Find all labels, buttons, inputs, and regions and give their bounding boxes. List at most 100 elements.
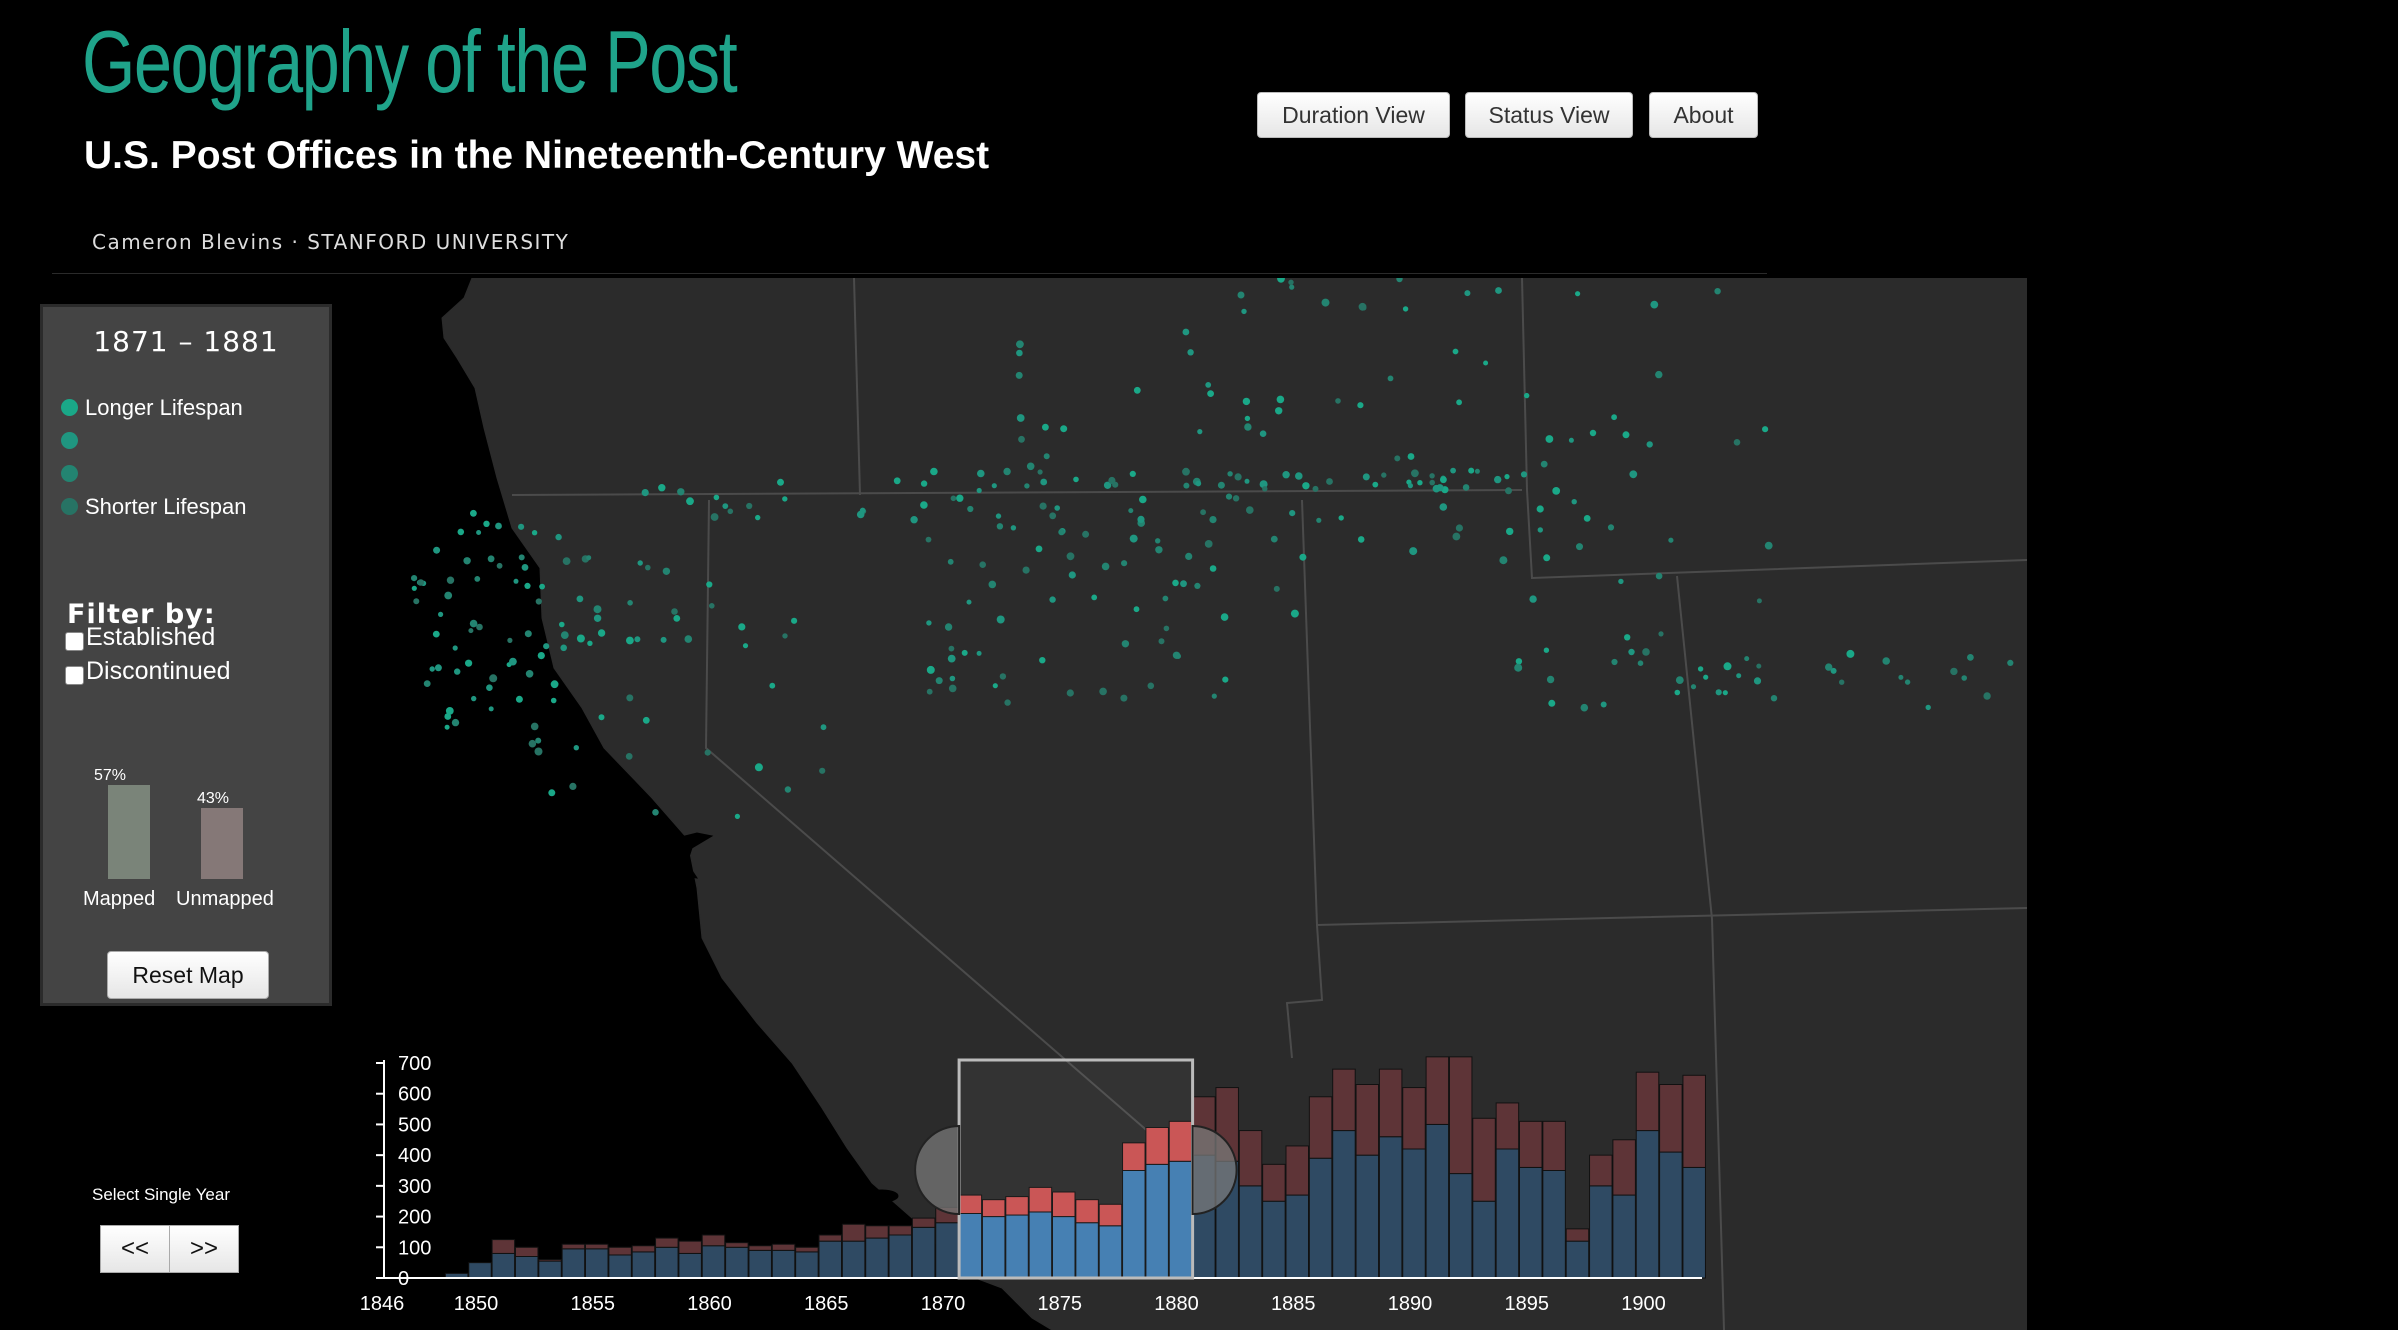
bar-discontinued (1285, 1145, 1309, 1196)
bar-discontinued (841, 1223, 866, 1242)
bar-discontinued (561, 1243, 586, 1250)
y-tick-label: 400 (398, 1145, 431, 1167)
bar-established (631, 1251, 656, 1279)
bar-discontinued (1378, 1068, 1403, 1138)
x-tick-label: 1850 (454, 1293, 499, 1315)
bar-established (655, 1246, 679, 1279)
bar-discontinued (1448, 1056, 1473, 1175)
bar-discontinued (1682, 1074, 1706, 1168)
bar-discontinued (1565, 1228, 1590, 1242)
bar-established (1519, 1166, 1543, 1279)
bar-established (1238, 1185, 1263, 1279)
bar-discontinued (725, 1242, 749, 1248)
bar-established (935, 1222, 959, 1279)
y-tick-label: 0 (398, 1268, 409, 1290)
bar-established (1262, 1200, 1286, 1279)
x-tick-label: 1855 (571, 1293, 616, 1315)
brush-selection[interactable] (957, 1058, 1195, 1280)
bar-discontinued (1402, 1087, 1426, 1150)
bar-established (514, 1256, 539, 1279)
bar-discontinued (1238, 1130, 1263, 1187)
bar-established (1308, 1157, 1333, 1279)
bar-established (1355, 1154, 1380, 1279)
bar-established (608, 1254, 632, 1279)
bar-established (1425, 1123, 1450, 1279)
bar-discontinued (608, 1246, 632, 1256)
brush-handle-left[interactable] (914, 1124, 961, 1216)
bar-established (771, 1249, 796, 1279)
bar-established (1659, 1151, 1683, 1279)
bar-established (1378, 1136, 1403, 1279)
bar-discontinued (538, 1259, 562, 1262)
bar-discontinued (1519, 1120, 1543, 1168)
bar-established (585, 1248, 609, 1279)
x-tick-label: 1875 (1038, 1293, 1083, 1315)
bar-established (888, 1234, 913, 1279)
bar-discontinued (1355, 1084, 1380, 1156)
y-tick-label: 600 (398, 1084, 431, 1106)
x-tick-label: 1860 (687, 1293, 732, 1315)
x-tick-label: 1880 (1154, 1293, 1199, 1315)
bar-discontinued (1542, 1120, 1566, 1172)
bar-discontinued (1495, 1102, 1520, 1150)
bar-established (818, 1240, 842, 1279)
timeline-histogram[interactable]: 0 100 200 300 400 500 600 700 1846 1850 1855 1860 18… (0, 0, 2398, 1330)
bar-established (678, 1252, 702, 1279)
x-tick-label: 1895 (1505, 1293, 1550, 1315)
bar-established (1402, 1148, 1426, 1279)
bar-discontinued (514, 1246, 539, 1258)
bar-discontinued (1308, 1096, 1333, 1159)
bar-established (1589, 1185, 1613, 1279)
bar-discontinued (491, 1239, 516, 1254)
y-tick-label: 500 (398, 1114, 431, 1136)
y-tick-label: 100 (398, 1237, 431, 1259)
bar-discontinued (631, 1245, 656, 1253)
bar-established (748, 1249, 772, 1279)
bar-established (538, 1260, 562, 1279)
bar-established (911, 1226, 936, 1279)
bar-established (1542, 1170, 1566, 1279)
bar-discontinued (818, 1234, 842, 1242)
bar-established (468, 1262, 492, 1279)
bar-discontinued (771, 1243, 796, 1251)
bar-discontinued (678, 1240, 702, 1254)
bar-established (1285, 1194, 1309, 1279)
bar-established (1612, 1194, 1636, 1279)
year-brush[interactable] (914, 1058, 1238, 1280)
bar-discontinued (1659, 1084, 1683, 1153)
x-tick-label: 1870 (921, 1293, 966, 1315)
bar-discontinued (701, 1234, 726, 1247)
bar-discontinued (865, 1225, 889, 1239)
x-tick-label: 1890 (1388, 1293, 1433, 1315)
bar-discontinued (888, 1225, 913, 1236)
bar-discontinued (655, 1237, 679, 1248)
bar-discontinued (1332, 1068, 1356, 1132)
bar-discontinued (911, 1217, 936, 1228)
bar-discontinued (1612, 1139, 1636, 1196)
y-tick-label: 700 (398, 1053, 431, 1075)
bar-established (1682, 1166, 1706, 1279)
bar-discontinued (748, 1245, 772, 1251)
x-tick-label: 1865 (804, 1293, 849, 1315)
bar-established (491, 1252, 516, 1279)
bar-established (841, 1240, 866, 1279)
bar-discontinued (1262, 1163, 1286, 1202)
bar-discontinued (1425, 1056, 1450, 1125)
bar-established (1472, 1200, 1496, 1279)
bar-discontinued (1635, 1071, 1660, 1132)
bar-discontinued (585, 1243, 609, 1250)
y-tick-label: 200 (398, 1207, 431, 1229)
bar-established (1448, 1173, 1473, 1279)
y-tick-label: 300 (398, 1176, 431, 1198)
bar-discontinued (795, 1246, 819, 1253)
bar-established (701, 1245, 726, 1279)
x-tick-label: 1885 (1271, 1293, 1316, 1315)
bar-established (795, 1251, 819, 1279)
bar-established (1565, 1240, 1590, 1279)
x-tick-label: 1846 (360, 1293, 405, 1315)
bar-established (1332, 1130, 1356, 1279)
bar-established (561, 1248, 586, 1279)
bar-established (1495, 1148, 1520, 1279)
bar-established (725, 1246, 749, 1279)
bar-discontinued (1472, 1117, 1496, 1202)
